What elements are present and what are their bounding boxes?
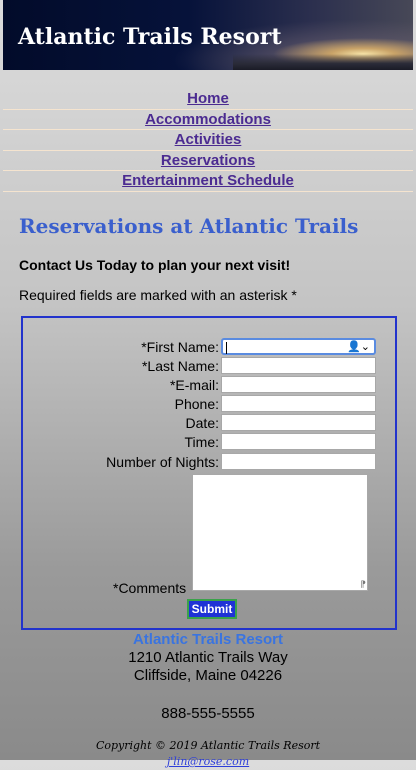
text-caret bbox=[226, 342, 227, 354]
phone-input[interactable] bbox=[221, 395, 376, 412]
required-fields-note: Required fields are marked with an aster… bbox=[19, 287, 297, 303]
nav-link-reservations[interactable]: Reservations bbox=[161, 152, 255, 169]
site-footer: Atlantic Trails Resort 1210 Atlantic Tra… bbox=[3, 631, 413, 770]
sunset-horizon-image bbox=[233, 54, 413, 70]
phone-row: Phone: bbox=[23, 395, 395, 414]
footer-address-street: 1210 Atlantic Trails Way bbox=[128, 649, 288, 666]
time-input[interactable] bbox=[221, 433, 376, 450]
nav-item-accommodations: Accommodations bbox=[3, 110, 413, 130]
comments-label: *Comments bbox=[113, 580, 187, 596]
site-header: Atlantic Trails Resort bbox=[3, 0, 413, 70]
nights-row: Number of Nights: bbox=[23, 453, 395, 472]
nav-link-accommodations[interactable]: Accommodations bbox=[145, 111, 271, 128]
footer-address-city: Cliffside, Maine 04226 bbox=[133, 667, 283, 684]
nights-label: Number of Nights: bbox=[106, 454, 219, 470]
nav-item-home: Home bbox=[3, 89, 413, 110]
last-name-row: *Last Name: bbox=[23, 357, 395, 376]
nav-link-home[interactable]: Home bbox=[187, 90, 229, 107]
footer-copyright: Copyright © 2019 Atlantic Trails Resort bbox=[95, 739, 321, 752]
footer-email-wrap: j'lin@rose.com bbox=[3, 752, 413, 770]
email-input[interactable] bbox=[221, 376, 376, 393]
submit-button[interactable]: Submit bbox=[187, 599, 237, 619]
footer-email-link[interactable]: j'lin@rose.com bbox=[167, 755, 249, 768]
first-name-label: *First Name: bbox=[141, 339, 219, 355]
footer-phone: 888-555-5555 bbox=[161, 705, 255, 722]
email-label: *E-mail: bbox=[169, 377, 219, 393]
nav-item-entertainment: Entertainment Schedule bbox=[3, 171, 413, 192]
footer-resort-name: Atlantic Trails Resort bbox=[132, 631, 284, 648]
date-row: Date: bbox=[23, 414, 395, 433]
nights-input[interactable] bbox=[221, 453, 376, 470]
site-title: Atlantic Trails Resort bbox=[18, 24, 282, 50]
page: Atlantic Trails Resort Home Accommodatio… bbox=[3, 0, 413, 768]
main-nav: Home Accommodations Activities Reservati… bbox=[3, 89, 413, 192]
date-input[interactable] bbox=[221, 414, 376, 431]
nav-link-activities[interactable]: Activities bbox=[175, 131, 242, 148]
last-name-input[interactable] bbox=[221, 357, 376, 374]
email-row: *E-mail: bbox=[23, 376, 395, 395]
contact-text: Contact Us Today to plan your next visit… bbox=[19, 257, 291, 273]
last-name-label: *Last Name: bbox=[141, 358, 219, 374]
phone-label: Phone: bbox=[174, 396, 219, 412]
nav-link-entertainment-schedule[interactable]: Entertainment Schedule bbox=[122, 172, 294, 189]
page-heading: Reservations at Atlantic Trails bbox=[19, 214, 359, 238]
first-name-row: *First Name: 👤⌄ bbox=[23, 338, 395, 357]
contact-card-icon[interactable]: 👤⌄ bbox=[347, 340, 370, 355]
nav-item-activities: Activities bbox=[3, 130, 413, 151]
first-name-input[interactable]: 👤⌄ bbox=[221, 338, 376, 355]
comments-textarea[interactable]: ⁋ bbox=[192, 474, 368, 591]
nav-item-reservations: Reservations bbox=[3, 151, 413, 171]
resize-grip-icon[interactable]: ⁋ bbox=[360, 580, 366, 589]
date-label: Date: bbox=[185, 415, 219, 431]
time-label: Time: bbox=[184, 434, 219, 450]
reservation-form: *First Name: 👤⌄ *Last Name: *E-mail: Pho… bbox=[21, 316, 397, 630]
time-row: Time: bbox=[23, 433, 395, 452]
